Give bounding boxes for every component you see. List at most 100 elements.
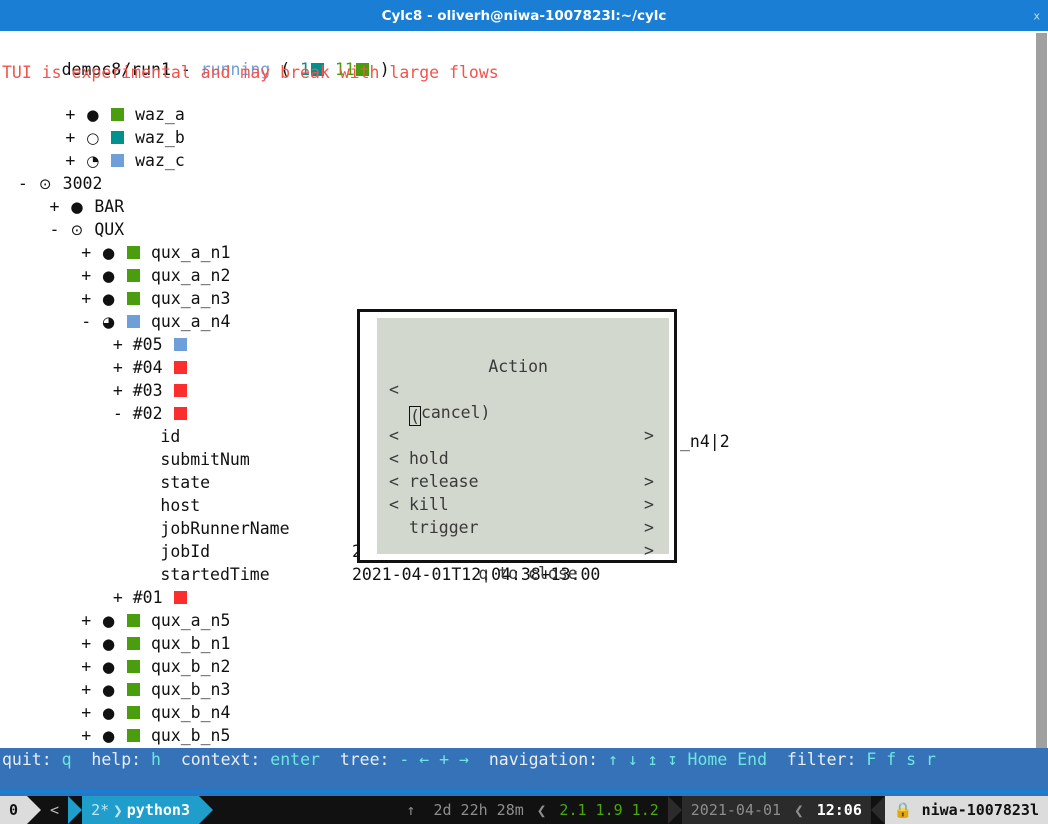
tree-node-label: #03 [132,381,163,400]
tree-node-glyph-icon: ● [102,635,116,653]
tree-node-label: #02 [132,404,163,423]
tree-expander[interactable]: + [65,105,75,124]
tree-node-glyph-icon: ● [102,244,116,262]
tree-expander[interactable]: - [18,174,28,193]
tree-expander[interactable]: + [65,151,75,170]
help-group-keys[interactable]: enter [270,750,320,769]
tree-task-row[interactable]: + ● qux_b_n5 [81,724,230,747]
tree-node-glyph-icon: ◕ [102,313,116,331]
tree-expander[interactable]: + [65,128,75,147]
tree-task-row[interactable]: - ⊙ 3002 [18,172,103,195]
tree-detail-row[interactable]: state [160,471,210,494]
help-group-keys[interactable]: - ← + → [399,750,469,769]
tree-task-row[interactable]: + ● qux_a_n1 [81,241,230,264]
tree-expander[interactable]: + [81,726,91,745]
tree-node-label: #05 [132,335,163,354]
chevron-left-icon[interactable]: < [389,378,399,401]
tree-node-label: 3002 [62,174,103,193]
tree-detail-row[interactable]: host [160,494,200,517]
tree-node-glyph-icon: ● [102,658,116,676]
tree-task-row[interactable]: + ● waz_a [65,103,184,126]
tree-node-glyph-icon: ● [86,106,100,124]
uptime-arrow-icon: ↑ [406,801,416,819]
date-segment: 2021-04-01 [681,796,791,824]
help-group-keys[interactable]: ↑ ↓ ↥ ↧ Home End [608,750,767,769]
tree-task-row[interactable]: + ○ waz_b [65,126,184,149]
tree-task-row[interactable]: + ● qux_a_n2 [81,264,230,287]
help-group-keys[interactable]: F f s r [866,750,936,769]
tree-expander[interactable]: + [81,657,91,676]
tree-detail-row[interactable]: id [160,425,180,448]
lock-icon: 🔒 [893,801,913,819]
tree-expander[interactable]: - [50,220,60,239]
tree-expander[interactable]: + [81,611,91,630]
tree-expander[interactable]: + [113,588,123,607]
tree-expander[interactable]: + [81,634,91,653]
tree-expander[interactable]: + [81,243,91,262]
occluded-id-fragment: _n4|2 [680,432,730,451]
tree-expander[interactable]: + [113,358,123,377]
tree-expander[interactable]: + [81,289,91,308]
dialog-option-label: trigger [409,518,479,537]
context-menu-dialog[interactable]: Action < (cancel) > < hold > < release > [357,309,677,583]
task-state-swatch [127,637,140,650]
chevron-right-icon[interactable]: > [644,539,654,562]
load-average-segment: 2.1 1.9 1.2 [550,796,668,824]
tree-expander[interactable]: + [50,197,60,216]
tree-node-label: jobRunnerName [160,519,290,538]
tree-node-glyph-icon: ◔ [86,152,100,170]
tui-content-area[interactable]: democ8/run1 - running ( 1 11 ) TUI is ex… [0,31,1048,748]
tree-node-label: qux_a_n4 [150,312,231,331]
tree-job-row[interactable]: + #03 [113,379,188,402]
tree-expander[interactable]: + [81,703,91,722]
tree-task-row[interactable]: + ● qux_b_n3 [81,678,230,701]
tree-detail-row[interactable]: submitNum [160,448,249,471]
tree-task-row[interactable]: + ● qux_b_n1 [81,632,230,655]
experimental-warning: TUI is experimental and may break with l… [2,63,499,82]
help-group-label: quit: [2,750,52,769]
segment-separator [198,796,213,824]
tree-job-row[interactable]: + #01 [113,586,188,609]
tree-task-row[interactable]: + ◔ waz_c [65,149,184,172]
tree-detail-row[interactable]: jobRunnerName [160,517,289,540]
tree-task-row[interactable]: + ● qux_b_n2 [81,655,230,678]
tree-expander[interactable]: + [113,335,123,354]
tree-expander[interactable]: - [81,312,91,331]
tree-expander[interactable]: + [81,266,91,285]
tree-job-row[interactable]: - #02 [113,402,188,425]
tree-expander[interactable]: + [113,381,123,400]
help-group-label: tree: [339,750,390,769]
exit-code-segment: 0 [0,796,28,824]
help-group-keys[interactable]: h [151,750,161,769]
tree-expander[interactable]: + [81,680,91,699]
tree-node-label: qux_a_n2 [150,266,231,285]
window-titlebar: Cylc8 - oliverh@niwa-1007823l:~/cylc x [0,0,1048,31]
close-icon[interactable]: x [1033,9,1040,22]
tree-job-row[interactable]: + #04 [113,356,188,379]
tree-node-glyph-icon: ● [102,727,116,745]
help-group-label: help: [91,750,142,769]
tree-task-row[interactable]: - ◕ qux_a_n4 [81,310,230,333]
tree-task-row[interactable]: - ⊙ QUX [50,218,125,241]
dialog-body: Action < (cancel) > < hold > < release > [377,318,669,583]
tree-task-row[interactable]: + ● qux_a_n5 [81,609,230,632]
chevron-left-icon[interactable]: < [389,493,399,516]
tree-node-glyph-icon: ● [102,612,116,630]
tree-expander[interactable]: - [113,404,123,423]
scrollbar-thumb[interactable] [1036,33,1047,775]
prompt-arrow-segment: < [41,796,69,824]
tree-detail-row[interactable]: startedTime [160,563,269,586]
job-state-swatch [173,361,187,374]
tree-detail-row[interactable]: jobId [160,540,210,563]
tree-node-label: startedTime [160,565,270,584]
tree-task-row[interactable]: + ● qux_a_n3 [81,287,230,310]
tree-node-label: #04 [132,358,163,377]
window-index-segment[interactable]: 2* ❯ python3 [82,796,199,824]
tree-node-label: qux_b_n5 [150,726,231,745]
tree-task-row[interactable]: + ● BAR [50,195,125,218]
task-state-swatch [127,315,140,328]
tree-task-row[interactable]: + ● qux_b_n4 [81,701,230,724]
task-state-swatch [127,683,140,696]
help-group-keys[interactable]: q [62,750,72,769]
tree-job-row[interactable]: + #05 [113,333,188,356]
